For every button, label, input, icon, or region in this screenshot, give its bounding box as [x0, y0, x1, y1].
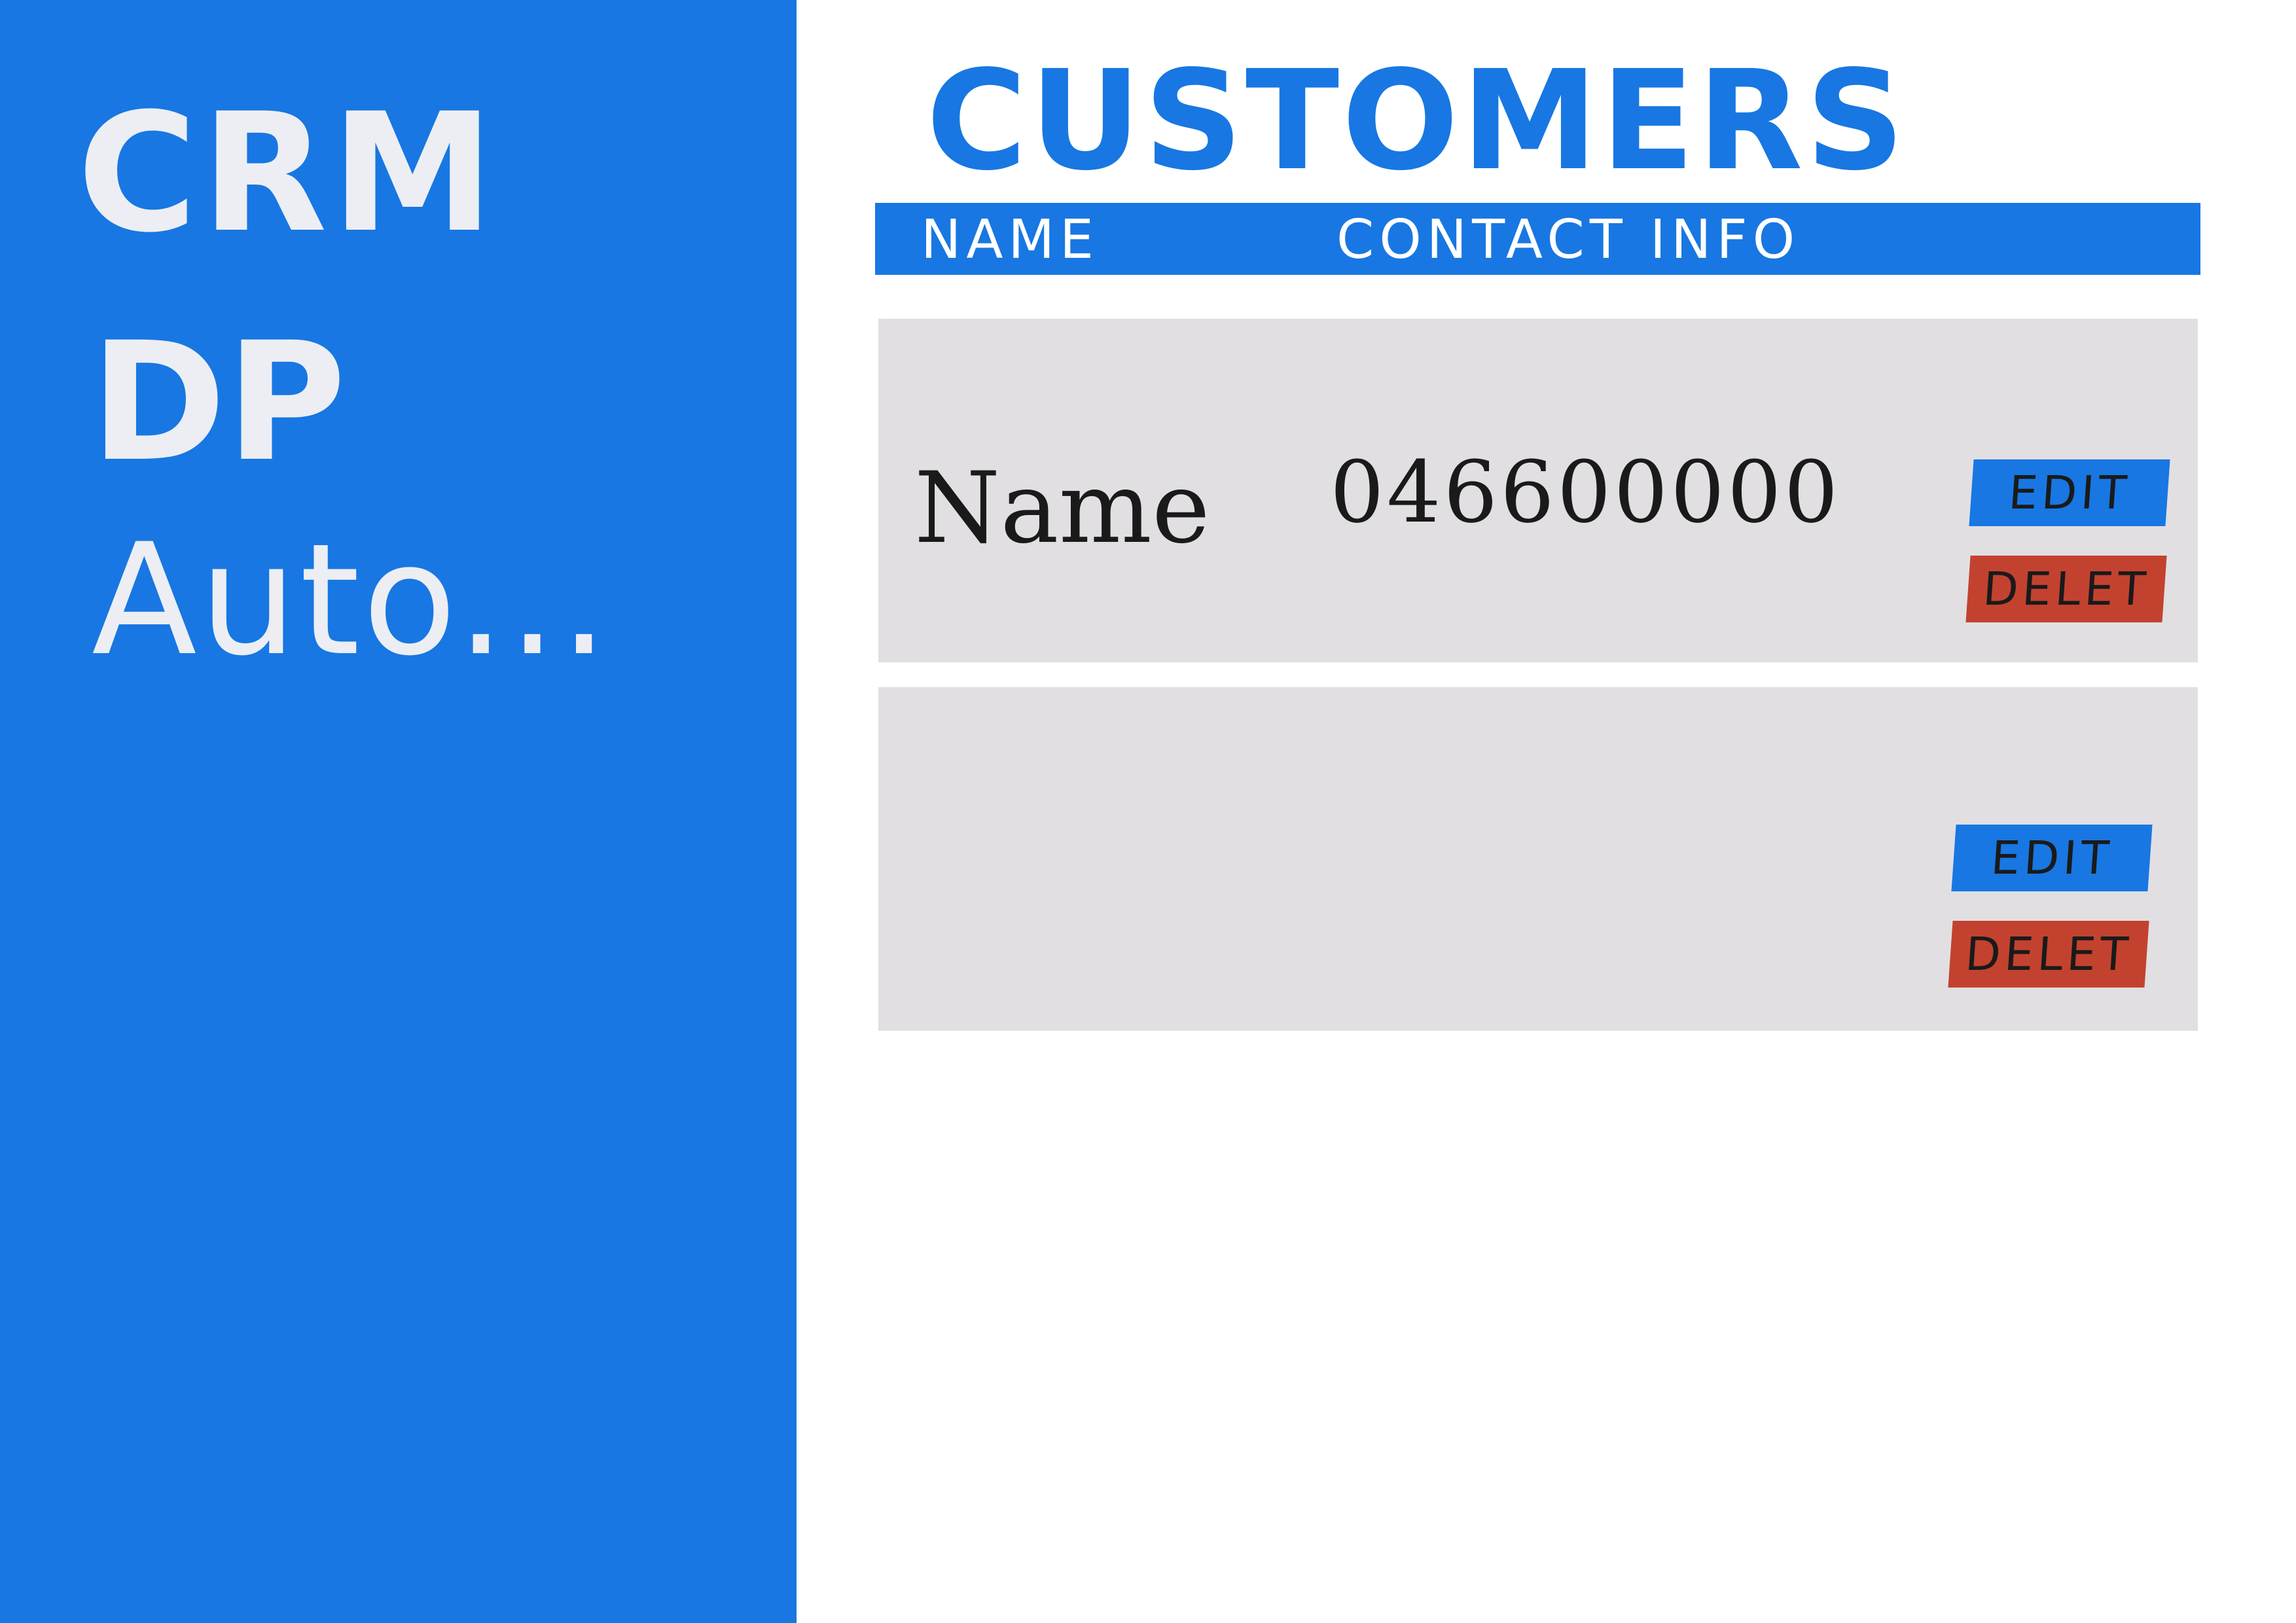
delete-button[interactable]: DELET	[1948, 921, 2149, 988]
edit-button[interactable]: EDIT	[1969, 459, 2170, 526]
sidebar: CRM DP Auto...	[0, 0, 797, 1623]
customer-contact-cell: 046600000	[1330, 442, 1841, 542]
column-header-name: NAME	[921, 209, 1099, 271]
table-row: EDIT DELET	[878, 687, 2198, 1031]
sidebar-item-crm[interactable]: CRM	[77, 92, 498, 255]
table-row: Name 046600000 EDIT DELET	[878, 319, 2198, 662]
sidebar-item-dp[interactable]: DP	[90, 321, 346, 484]
table-header: NAME CONTACT INFO	[875, 203, 2200, 275]
edit-button[interactable]: EDIT	[1951, 825, 2153, 891]
column-header-contact-info: CONTACT INFO	[1336, 209, 1801, 271]
sidebar-item-auto[interactable]: Auto...	[92, 524, 611, 677]
delete-button[interactable]: DELET	[1965, 556, 2167, 622]
customer-name-cell: Name	[914, 452, 1210, 565]
page-title: CUSTOMERS	[926, 41, 1908, 201]
